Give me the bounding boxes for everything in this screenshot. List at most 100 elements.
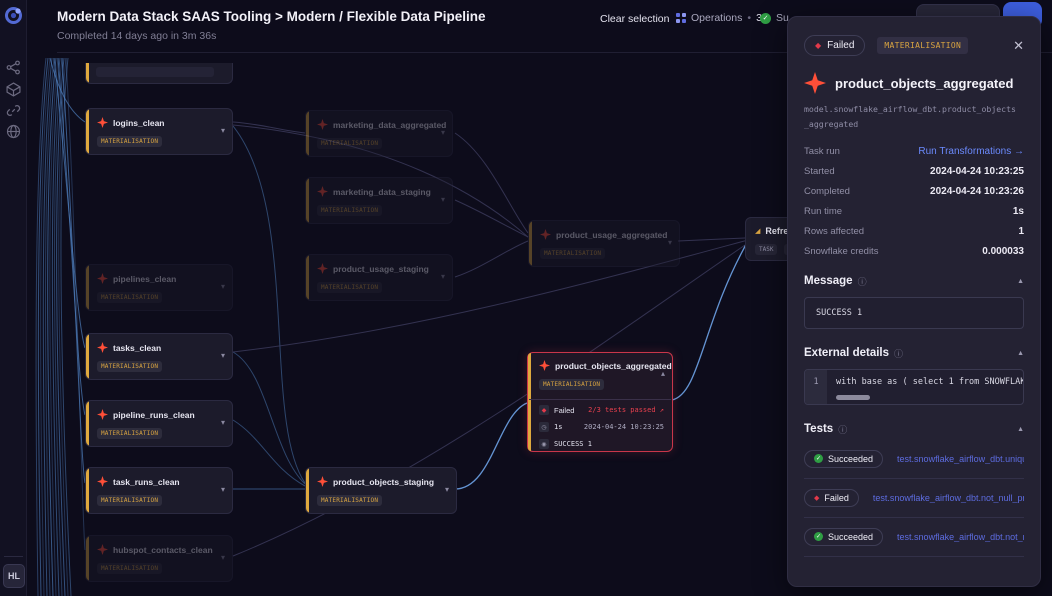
chevron-down-icon[interactable]: ▾: [221, 282, 225, 291]
field-task-run: Task run Run Transformations →: [804, 146, 1024, 157]
test-link[interactable]: test.snowflake_airflow_dbt.not_null_pr: [897, 532, 1024, 542]
node-title: tasks_clean: [113, 343, 161, 353]
external-details-section-header: External details ⓘ ▲: [804, 347, 1024, 360]
node-accent-bar: [86, 468, 89, 513]
panel-title-row: product_objects_aggregated: [804, 72, 1024, 94]
node-status-label: Failed: [554, 406, 574, 415]
chevron-down-icon[interactable]: ▾: [441, 272, 445, 281]
task-run-link[interactable]: Run Transformations →: [918, 146, 1024, 157]
dbt-icon: [97, 409, 108, 420]
chevron-down-icon[interactable]: ▾: [221, 418, 225, 427]
pipelines-graph-icon[interactable]: [6, 60, 21, 75]
chevron-down-icon[interactable]: ▾: [221, 553, 225, 562]
message-content: SUCCESS 1: [804, 297, 1024, 329]
success-counter: ✓ Su: [760, 12, 789, 24]
close-icon[interactable]: ✕: [1013, 38, 1024, 54]
success-check-icon: ✓: [760, 13, 771, 24]
chevron-down-icon[interactable]: ▾: [445, 485, 449, 494]
node-runtime: 1s: [554, 423, 562, 431]
field-run-time: Run time 1s: [804, 206, 1024, 217]
field-value: 1s: [1013, 206, 1024, 217]
collapse-caret-icon[interactable]: ▲: [1017, 278, 1024, 285]
node-type-badge: MATERIALISATION: [97, 361, 162, 372]
dbt-icon: [97, 273, 108, 284]
node-task-runs-clean[interactable]: task_runs_clean ▾ MATERIALISATION: [85, 467, 233, 514]
test-status-label: Failed: [824, 493, 849, 503]
chevron-down-icon[interactable]: ▾: [668, 238, 672, 247]
node-pipelines-clean[interactable]: pipelines_clean ▾ MATERIALISATION: [85, 264, 233, 311]
dbt-icon: [539, 360, 550, 371]
node-partial-top[interactable]: [85, 63, 233, 84]
chevron-up-icon[interactable]: ▴: [661, 369, 665, 378]
chevron-down-icon[interactable]: ▾: [441, 195, 445, 204]
node-pipeline-runs-clean[interactable]: pipeline_runs_clean ▾ MATERIALISATION: [85, 400, 233, 447]
field-label: Completed: [804, 186, 850, 197]
integrations-link-icon[interactable]: [6, 103, 21, 118]
dbt-icon: [804, 72, 826, 94]
test-link[interactable]: test.snowflake_airflow_dbt.unique_pro: [897, 454, 1024, 464]
dbt-icon: [317, 263, 328, 274]
tests-section-header: Tests ⓘ ▲: [804, 423, 1024, 436]
node-title: product_objects_staging: [333, 477, 434, 487]
node-accent-bar: [306, 111, 309, 156]
node-type-badge: TASK: [755, 244, 777, 255]
node-logins-clean[interactable]: logins_clean ▾ MATERIALISATION: [85, 108, 233, 155]
test-status-label: Succeeded: [828, 532, 873, 542]
sql-code-block: 1 with base as ( select 1 from SNOWFLAKE: [804, 369, 1024, 405]
node-type-badge: MATERIALISATION: [317, 495, 382, 506]
products-cube-icon[interactable]: [6, 82, 21, 97]
horizontal-scrollbar[interactable]: [836, 395, 870, 400]
chevron-down-icon[interactable]: ▾: [221, 126, 225, 135]
chevron-down-icon[interactable]: ▾: [221, 485, 225, 494]
tests-summary-link[interactable]: 2/3 tests passed ↗: [588, 406, 664, 414]
dbt-icon: [97, 342, 108, 353]
test-status-label: Succeeded: [828, 454, 873, 464]
node-product-usage-staging[interactable]: product_usage_staging ▾ MATERIALISATION: [305, 254, 453, 301]
collapse-caret-icon[interactable]: ▲: [1017, 350, 1024, 357]
node-title: pipeline_runs_clean: [113, 410, 195, 420]
chevron-down-icon[interactable]: ▾: [441, 128, 445, 137]
test-link[interactable]: test.snowflake_airflow_dbt.not_null_pr: [873, 493, 1024, 503]
message-heading: Message: [804, 275, 853, 287]
node-type-badge: MATERIALISATION: [97, 563, 162, 574]
node-title: task_runs_clean: [113, 477, 180, 487]
node-type-badge: MATERIALISATION: [540, 248, 605, 259]
node-badge-placeholder: [96, 67, 214, 77]
sidebar: HL: [0, 0, 27, 596]
node-type-badge: MATERIALISATION: [97, 495, 162, 506]
dbt-icon: [540, 229, 551, 240]
field-completed: Completed 2024-04-24 10:23:26: [804, 186, 1024, 197]
node-type-badge: MATERIALISATION: [97, 428, 162, 439]
node-title: marketing_data_aggregated: [333, 120, 446, 130]
node-tasks-clean[interactable]: tasks_clean ▾ MATERIALISATION: [85, 333, 233, 380]
app-logo-icon[interactable]: [4, 6, 23, 25]
user-avatar[interactable]: HL: [3, 564, 25, 588]
failed-diamond-icon: ◆: [814, 494, 819, 502]
test-status-pill: ◆ Failed: [804, 489, 859, 507]
node-hubspot-contacts-clean[interactable]: hubspot_contacts_clean ▾ MATERIALISATION: [85, 535, 233, 582]
node-accent-bar: [86, 334, 89, 379]
panel-header-row: ◆ Failed MATERIALISATION ✕: [804, 35, 1024, 56]
node-title: product_objects_aggregated: [555, 361, 672, 371]
node-product-objects-staging[interactable]: product_objects_staging ▾ MATERIALISATIO…: [305, 467, 457, 514]
node-accent-bar: [86, 109, 89, 154]
node-product-usage-aggregated[interactable]: product_usage_aggregated ▾ MATERIALISATI…: [528, 220, 680, 267]
clear-selection-button[interactable]: Clear selection: [600, 13, 669, 25]
dbt-icon: [97, 117, 108, 128]
field-label: Rows affected: [804, 226, 864, 237]
field-rows-affected: Rows affected 1: [804, 226, 1024, 237]
node-marketing-data-staging[interactable]: marketing_data_staging ▾ MATERIALISATION: [305, 177, 453, 224]
breadcrumb-title: Modern Data Stack SAAS Tooling > Modern …: [57, 9, 485, 24]
failed-diamond-icon: ◆: [815, 42, 821, 50]
node-title: logins_clean: [113, 118, 165, 128]
node-marketing-data-aggregated[interactable]: marketing_data_aggregated ▾ MATERIALISAT…: [305, 110, 453, 157]
node-title: product_usage_aggregated: [556, 230, 667, 240]
collapse-caret-icon[interactable]: ▲: [1017, 426, 1024, 433]
field-label: Run time: [804, 206, 842, 217]
web-globe-icon[interactable]: [6, 124, 21, 139]
model-path: model.snowflake_airflow_dbt.product_obje…: [804, 102, 1020, 132]
details-panel: ◆ Failed MATERIALISATION ✕ product_objec…: [787, 16, 1041, 587]
code-line-number: 1: [805, 370, 827, 404]
node-product-objects-aggregated-selected[interactable]: product_objects_aggregated ▴ MATERIALISA…: [527, 352, 673, 452]
chevron-down-icon[interactable]: ▾: [221, 351, 225, 360]
